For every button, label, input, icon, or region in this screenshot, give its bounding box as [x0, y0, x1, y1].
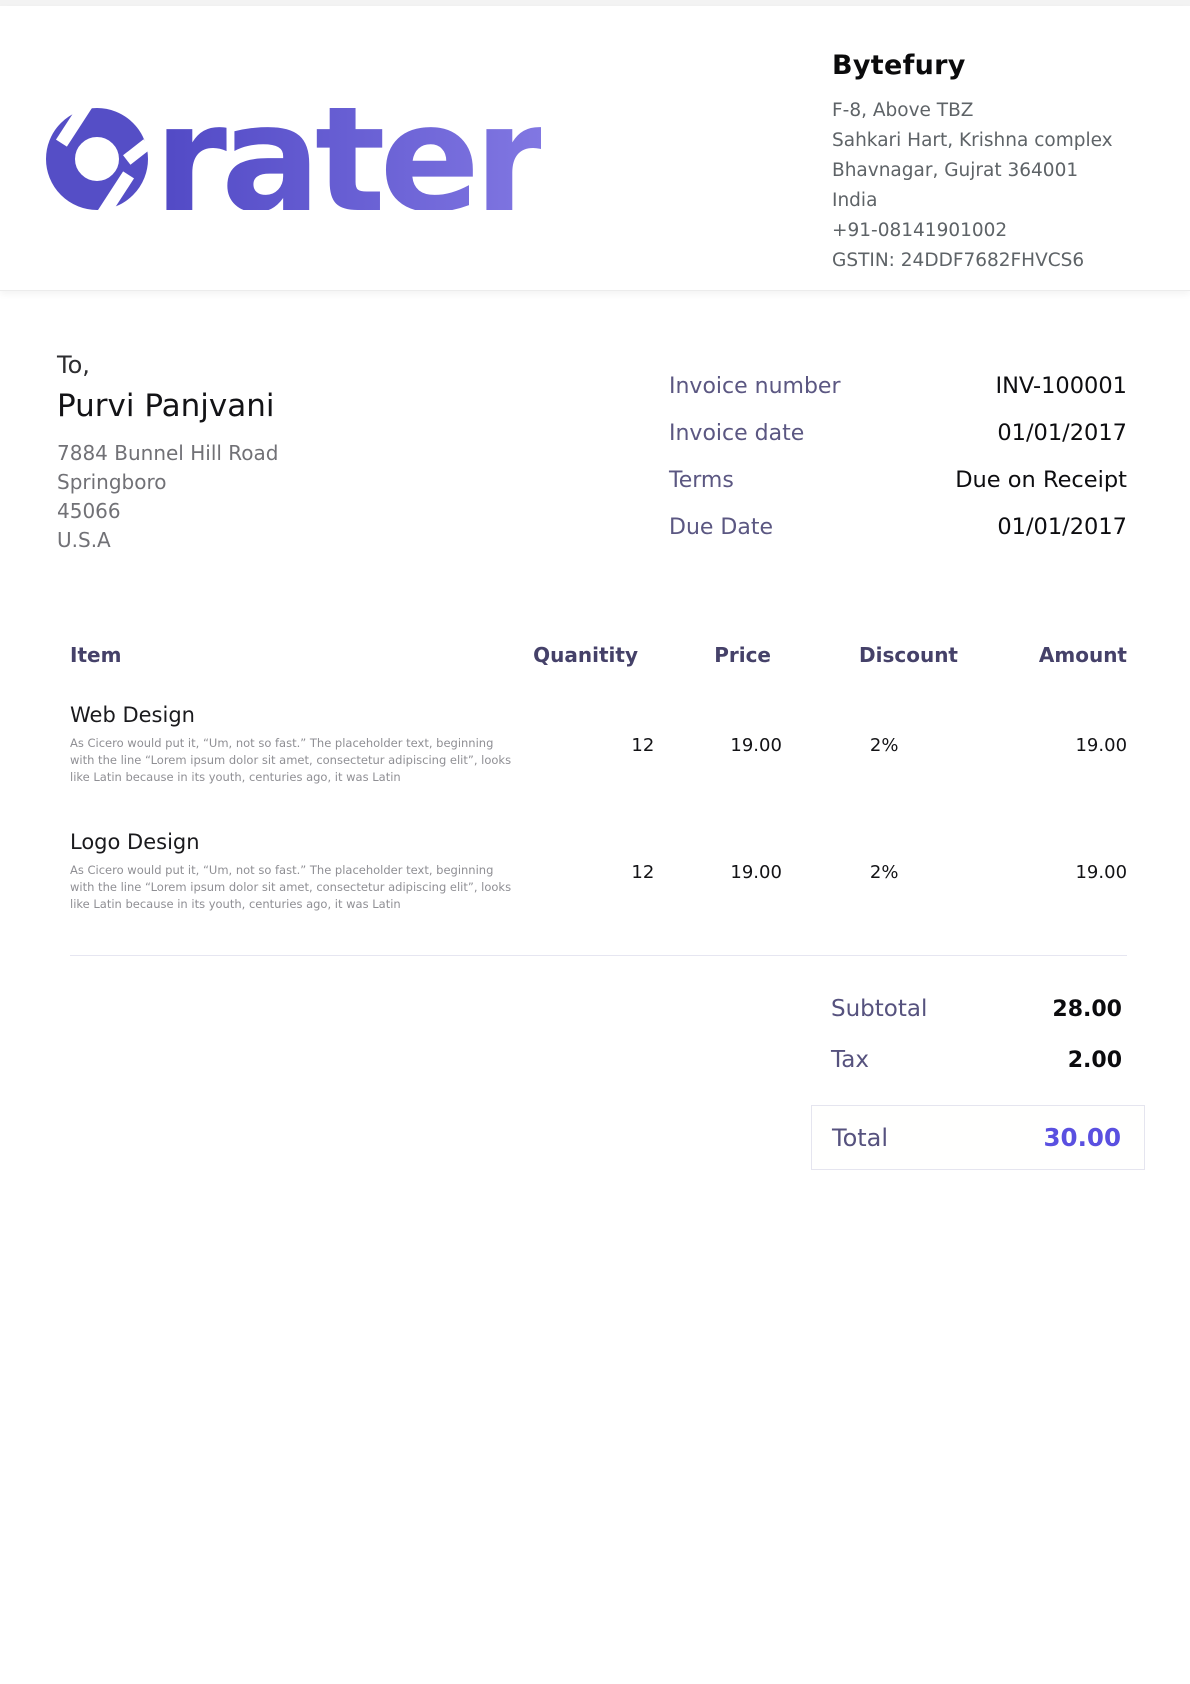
- items-table: Item Quanitity Price Discount Amount Web…: [0, 643, 1190, 956]
- item-amount: 19.00: [971, 830, 1127, 883]
- company-gstin: GSTIN: 24DDF7682FHVCS6: [832, 246, 1128, 276]
- header-price: Price: [638, 643, 771, 667]
- due-date-value: 01/01/2017: [997, 514, 1127, 540]
- tax-label: Tax: [831, 1047, 869, 1073]
- terms-value: Due on Receipt: [955, 467, 1127, 493]
- invoice-date-label: Invoice date: [669, 421, 804, 446]
- item-discount: 2%: [782, 703, 971, 756]
- billing-and-meta-section: To, Purvi Panjvani 7884 Bunnel Hill Road…: [0, 291, 1190, 561]
- item-price: 19.00: [654, 703, 782, 756]
- tax-value: 2.00: [1068, 1048, 1122, 1073]
- invoice-number-label: Invoice number: [669, 374, 841, 399]
- terms-label: Terms: [669, 468, 734, 493]
- invoice-number-row: Invoice number INV-100001: [669, 373, 1127, 399]
- header-quantity: Quanitity: [498, 643, 638, 667]
- invoice-date-row: Invoice date 01/01/2017: [669, 420, 1127, 446]
- item-price: 19.00: [654, 830, 782, 883]
- header-amount: Amount: [964, 643, 1127, 667]
- company-name: Bytefury: [832, 50, 1128, 81]
- item-amount: 19.00: [971, 703, 1127, 756]
- items-divider: [70, 955, 1127, 956]
- header-item: Item: [70, 643, 498, 667]
- header-band: rater Bytefury F-8, Above TBZ Sahkari Ha…: [0, 6, 1190, 291]
- bill-to-section: To, Purvi Panjvani 7884 Bunnel Hill Road…: [57, 351, 278, 561]
- item-name: Web Design: [70, 703, 520, 727]
- invoice-meta: Invoice number INV-100001 Invoice date 0…: [669, 373, 1127, 561]
- item-description: As Cicero would put it, “Um, not so fast…: [70, 862, 520, 913]
- item-cell: Logo Design As Cicero would put it, “Um,…: [70, 830, 520, 913]
- logo-text: rater: [154, 108, 541, 210]
- tax-row: Tax 2.00: [811, 1047, 1145, 1073]
- invoice-number-value: INV-100001: [995, 373, 1127, 399]
- customer-name: Purvi Panjvani: [57, 388, 278, 424]
- total-label: Total: [832, 1124, 888, 1152]
- bill-to-heading: To,: [57, 351, 278, 379]
- company-address-line: F-8, Above TBZ: [832, 96, 1128, 126]
- table-row: Web Design As Cicero would put it, “Um, …: [70, 703, 1127, 786]
- due-date-row: Due Date 01/01/2017: [669, 514, 1127, 540]
- subtotal-row: Subtotal 28.00: [811, 996, 1145, 1022]
- customer-address-line: Springboro: [57, 468, 278, 497]
- terms-row: Terms Due on Receipt: [669, 467, 1127, 493]
- item-name: Logo Design: [70, 830, 520, 854]
- company-address-line: Bhavnagar, Gujrat 364001: [832, 156, 1128, 186]
- item-quantity: 12: [520, 830, 654, 883]
- customer-address-line: 45066: [57, 497, 278, 526]
- total-value: 30.00: [1044, 1123, 1122, 1152]
- due-date-label: Due Date: [669, 515, 773, 540]
- item-cell: Web Design As Cicero would put it, “Um, …: [70, 703, 520, 786]
- company-phone: +91-08141901002: [832, 216, 1128, 246]
- customer-address-line: U.S.A: [57, 526, 278, 555]
- item-description: As Cicero would put it, “Um, not so fast…: [70, 735, 520, 786]
- header-discount: Discount: [771, 643, 964, 667]
- company-info: Bytefury F-8, Above TBZ Sahkari Hart, Kr…: [832, 48, 1128, 276]
- totals-section: Subtotal 28.00 Tax 2.00 Total 30.00: [0, 996, 1190, 1170]
- invoice-page: rater Bytefury F-8, Above TBZ Sahkari Ha…: [0, 0, 1190, 1684]
- totals-block: Subtotal 28.00 Tax 2.00 Total 30.00: [811, 996, 1145, 1170]
- item-discount: 2%: [782, 830, 971, 883]
- crater-c-mark-icon: [46, 108, 148, 210]
- subtotal-label: Subtotal: [831, 996, 927, 1022]
- customer-address-line: 7884 Bunnel Hill Road: [57, 439, 278, 468]
- item-quantity: 12: [520, 703, 654, 756]
- total-box: Total 30.00: [811, 1105, 1145, 1170]
- company-address-line: India: [832, 186, 1128, 216]
- table-row: Logo Design As Cicero would put it, “Um,…: [70, 830, 1127, 913]
- invoice-date-value: 01/01/2017: [997, 420, 1127, 446]
- brand-logo: rater: [46, 82, 541, 210]
- company-address-line: Sahkari Hart, Krishna complex: [832, 126, 1128, 156]
- subtotal-value: 28.00: [1052, 997, 1122, 1022]
- items-table-header: Item Quanitity Price Discount Amount: [70, 643, 1127, 667]
